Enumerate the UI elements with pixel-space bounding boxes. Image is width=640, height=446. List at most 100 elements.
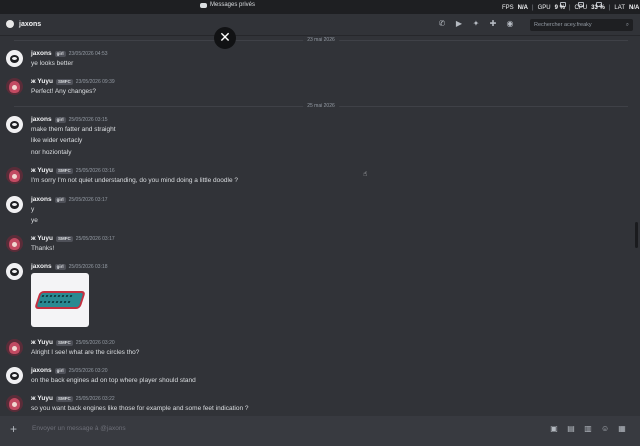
window-title: Messages privés <box>200 2 255 8</box>
avatar[interactable] <box>6 235 23 252</box>
dm-username: jaxons <box>19 20 42 28</box>
search-input[interactable]: Rechercher acey.freaky ⌕ <box>530 19 633 31</box>
gif-icon[interactable]: ▤ <box>567 425 575 433</box>
message-header: ж Yuyu SMFC 25/05/2026 03:17 <box>31 235 115 242</box>
message-text: on the back engines ad on top where play… <box>31 377 196 384</box>
message-text: Thanks! <box>31 245 55 252</box>
message-header: ж Yuyu SMFC 25/05/2026 03:20 <box>31 339 115 346</box>
fps-value: N/A <box>517 5 529 11</box>
emoji-icon[interactable]: ☺ <box>601 425 609 433</box>
message-text: nor hoziontaly <box>31 149 72 156</box>
message-text: like wider vertacly <box>31 137 83 144</box>
message-timestamp: 23/05/2026 04:53 <box>68 50 108 57</box>
message-header: jaxons girl 23/05/2026 04:53 <box>31 50 108 57</box>
message-author[interactable]: jaxons <box>31 367 52 374</box>
message-author[interactable]: jaxons <box>31 196 52 203</box>
search-icon: ⌕ <box>625 22 629 28</box>
avatar[interactable] <box>6 167 23 184</box>
user-tag: SMFC <box>55 395 73 402</box>
message-header: ж Yuyu SMFC 25/05/2026 03:22 <box>31 395 115 402</box>
sticker-icon[interactable]: ▥ <box>584 425 592 433</box>
user-tag: girl <box>54 196 66 203</box>
cpu-value: 33 % <box>591 5 605 11</box>
separator: | <box>568 5 571 11</box>
discord-logo-icon <box>200 2 207 8</box>
scrollbar-thumb[interactable] <box>635 222 638 248</box>
separator: | <box>532 5 534 11</box>
message-timestamp: 25/05/2026 03:17 <box>75 235 115 242</box>
avatar[interactable] <box>6 339 23 356</box>
gift-icon[interactable]: ▣ <box>550 425 558 433</box>
message-timestamp: 25/05/2026 03:16 <box>75 167 115 174</box>
avatar[interactable] <box>6 196 23 213</box>
attachment-drawing-detail <box>39 295 73 303</box>
message-author[interactable]: ж Yuyu <box>31 339 53 346</box>
avatar[interactable] <box>6 78 23 95</box>
message-header: jaxons girl 25/05/2026 03:18 <box>31 263 108 270</box>
message-text: ye looks better <box>31 60 74 67</box>
composer-toolbar: ▣ ▤ ▥ ☺ ▦ <box>550 425 626 433</box>
message-author[interactable]: jaxons <box>31 116 52 123</box>
message-author[interactable]: ж Yuyu <box>31 395 53 402</box>
message-author[interactable]: ж Yuyu <box>31 167 53 174</box>
message-header: ж Yuyu SMFC 25/05/2026 03:16 <box>31 167 115 174</box>
message-timestamp: 23/05/2026 09:39 <box>75 78 115 85</box>
video-icon[interactable]: ▶ <box>455 20 463 28</box>
gpu-value: 9 % <box>554 5 565 11</box>
dm-user[interactable]: jaxons <box>6 20 41 28</box>
message-author[interactable]: ж Yuyu <box>31 78 53 85</box>
message-text: Alright I see! what are the circles tho? <box>31 349 140 356</box>
message-timestamp: 25/05/2026 03:20 <box>68 367 108 374</box>
message-header: ж Yuyu SMFC 23/05/2026 09:39 <box>31 78 115 85</box>
avatar[interactable] <box>6 116 23 133</box>
message-timestamp: 25/05/2026 03:20 <box>75 339 115 346</box>
dm-avatar <box>6 20 14 28</box>
message-text: I'm sorry I'm not quiet understanding, d… <box>31 177 238 184</box>
message-text: ye <box>31 217 38 224</box>
message-author[interactable]: jaxons <box>31 50 52 57</box>
phone-icon[interactable]: ✆ <box>438 20 446 28</box>
message-timestamp: 25/05/2026 03:18 <box>68 263 108 270</box>
close-overlay-button[interactable]: ✕ <box>214 27 236 49</box>
add-attachment-icon[interactable]: + <box>10 423 17 435</box>
window-title-text: Messages privés <box>210 2 256 8</box>
apps-icon[interactable]: ▦ <box>618 425 626 433</box>
avatar[interactable] <box>6 367 23 384</box>
message-timestamp: 25/05/2026 03:15 <box>68 116 108 123</box>
message-author[interactable]: jaxons <box>31 263 52 270</box>
add-member-icon[interactable]: ✚ <box>489 20 497 28</box>
message-header: jaxons girl 25/05/2026 03:15 <box>31 116 108 123</box>
message-text: y <box>31 206 35 213</box>
cpu-label: CPU <box>574 5 588 11</box>
pin-icon[interactable]: ✦ <box>472 20 480 28</box>
search-placeholder: Rechercher acey.freaky <box>534 22 592 28</box>
avatar[interactable] <box>6 263 23 280</box>
message-text: so you want back engines like those for … <box>31 405 249 412</box>
lat-label: LAT <box>614 5 625 11</box>
message-timestamp: 25/05/2026 03:22 <box>75 395 115 402</box>
profile-icon[interactable]: ◉ <box>506 20 514 28</box>
message-composer: + Envoyer un message à @jaxons ▣ ▤ ▥ ☺ ▦ <box>0 416 640 446</box>
message-timestamp: 25/05/2026 03:17 <box>68 196 108 203</box>
message-header: jaxons girl 25/05/2026 03:17 <box>31 196 108 203</box>
image-attachment[interactable] <box>31 273 89 327</box>
avatar[interactable] <box>6 50 23 67</box>
user-tag: girl <box>54 50 66 57</box>
message-author[interactable]: ж Yuyu <box>31 235 53 242</box>
fps-label: FPS <box>502 5 514 11</box>
message-list[interactable]: 23 mai 2026 jaxons girl 23/05/2026 04:53… <box>0 36 632 416</box>
gpu-label: GPU <box>537 5 551 11</box>
date-divider: 25 mai 2026 <box>14 103 628 109</box>
message-input[interactable]: Envoyer un message à @jaxons <box>32 425 126 432</box>
performance-overlay: FPS N/A | GPU 9 % | CPU 33 % | LAT N/A <box>502 5 639 11</box>
user-tag: SMFC <box>55 167 73 174</box>
date-divider: 23 mai 2026 <box>14 37 628 43</box>
mouse-cursor-icon: ☝ <box>363 171 368 178</box>
message-header: jaxons girl 25/05/2026 03:20 <box>31 367 108 374</box>
lat-value: N/A <box>628 5 640 11</box>
user-tag: SMFC <box>55 339 73 346</box>
avatar[interactable] <box>6 395 23 412</box>
message-text: Perfect! Any changes? <box>31 88 97 95</box>
user-tag: girl <box>54 116 66 123</box>
scrollbar[interactable] <box>634 36 639 416</box>
